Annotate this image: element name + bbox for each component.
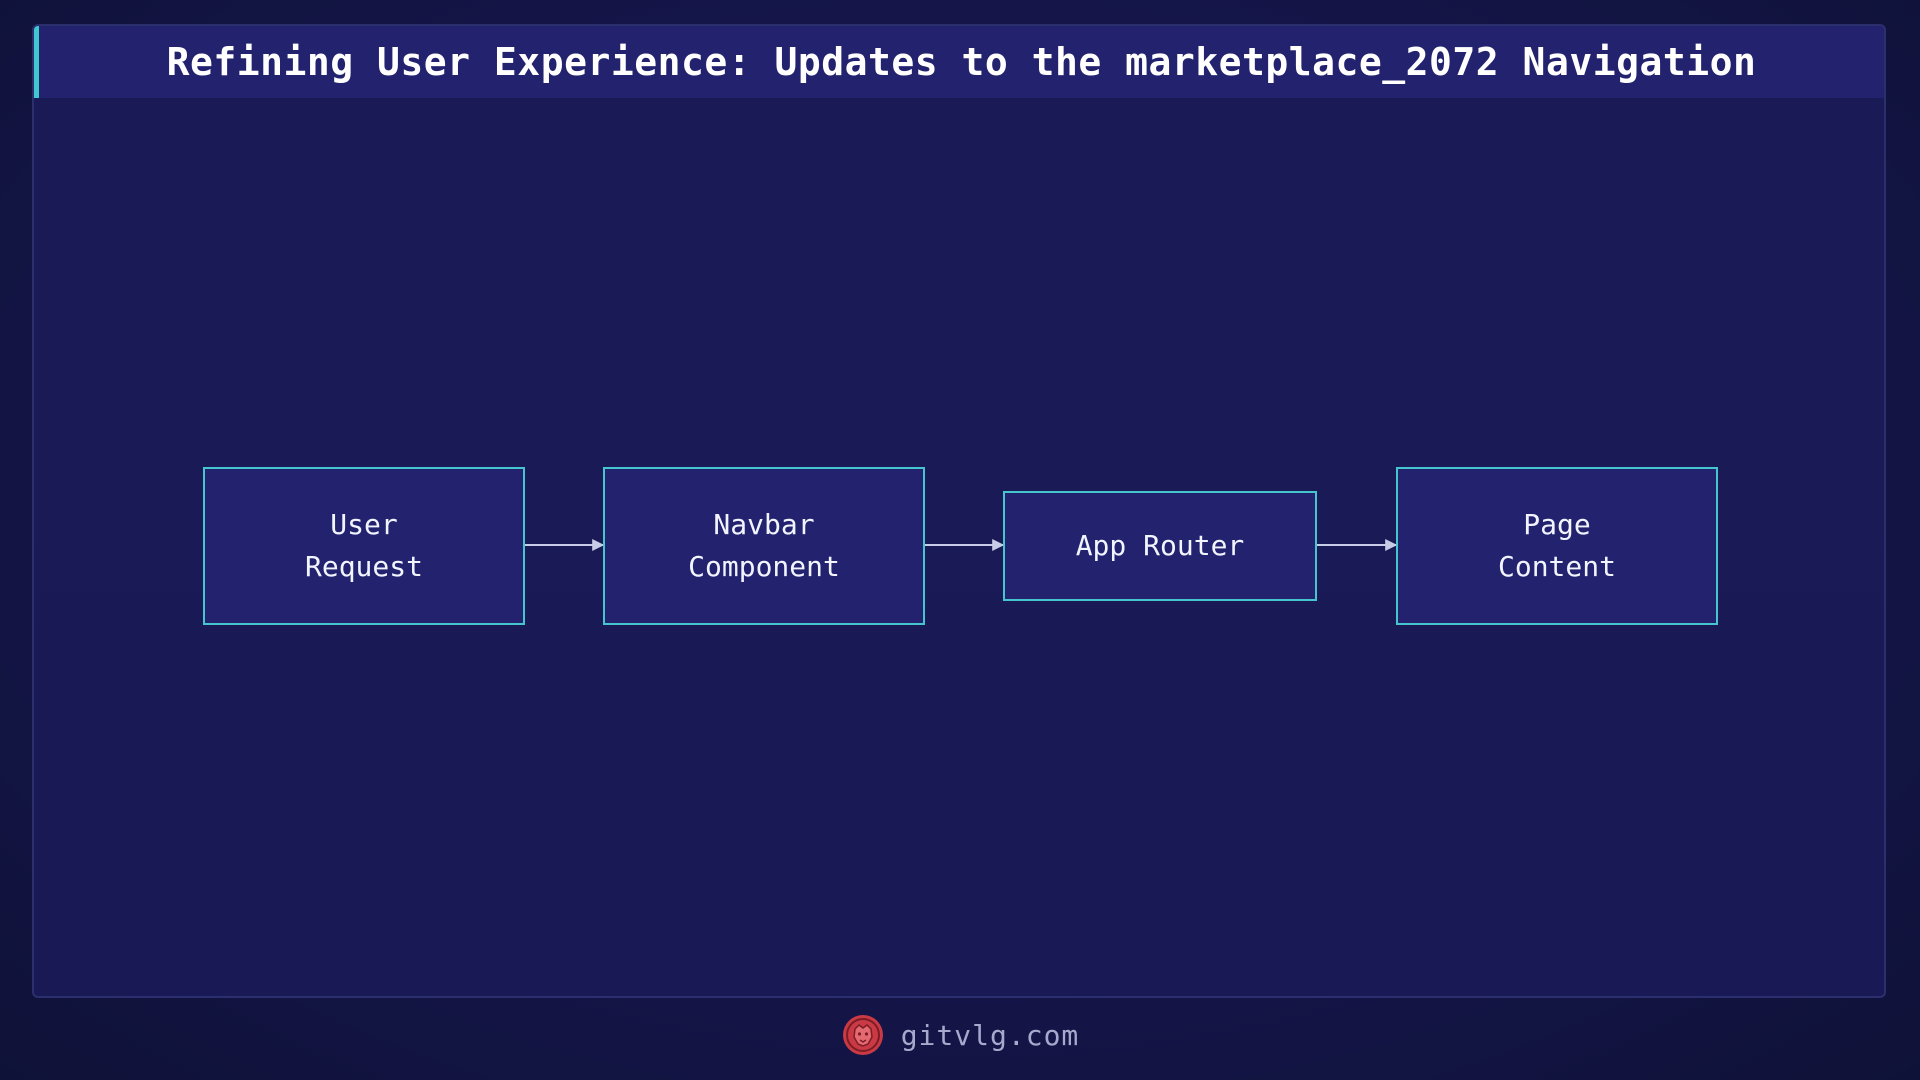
node-user-request-label: User Request bbox=[304, 508, 423, 583]
footer-site-link[interactable]: gitvlg.com bbox=[901, 1019, 1080, 1052]
node-page-content: Page Content bbox=[1396, 467, 1718, 625]
lion-head-icon bbox=[842, 1015, 883, 1055]
page-title: Refining User Experience: Updates to the… bbox=[166, 40, 1757, 84]
title-bar: Refining User Experience: Updates to the… bbox=[34, 26, 1884, 98]
node-app-router-label: App Router bbox=[1075, 529, 1245, 562]
node-app-router: App Router bbox=[1003, 491, 1317, 601]
node-page-content-label: Page Content bbox=[1497, 508, 1616, 583]
node-navbar-component: Navbar Component bbox=[603, 467, 925, 625]
node-navbar-component-label: Navbar Component bbox=[688, 508, 840, 583]
footer: gitvlg.com bbox=[0, 1010, 1920, 1060]
node-user-request: User Request bbox=[203, 467, 525, 625]
